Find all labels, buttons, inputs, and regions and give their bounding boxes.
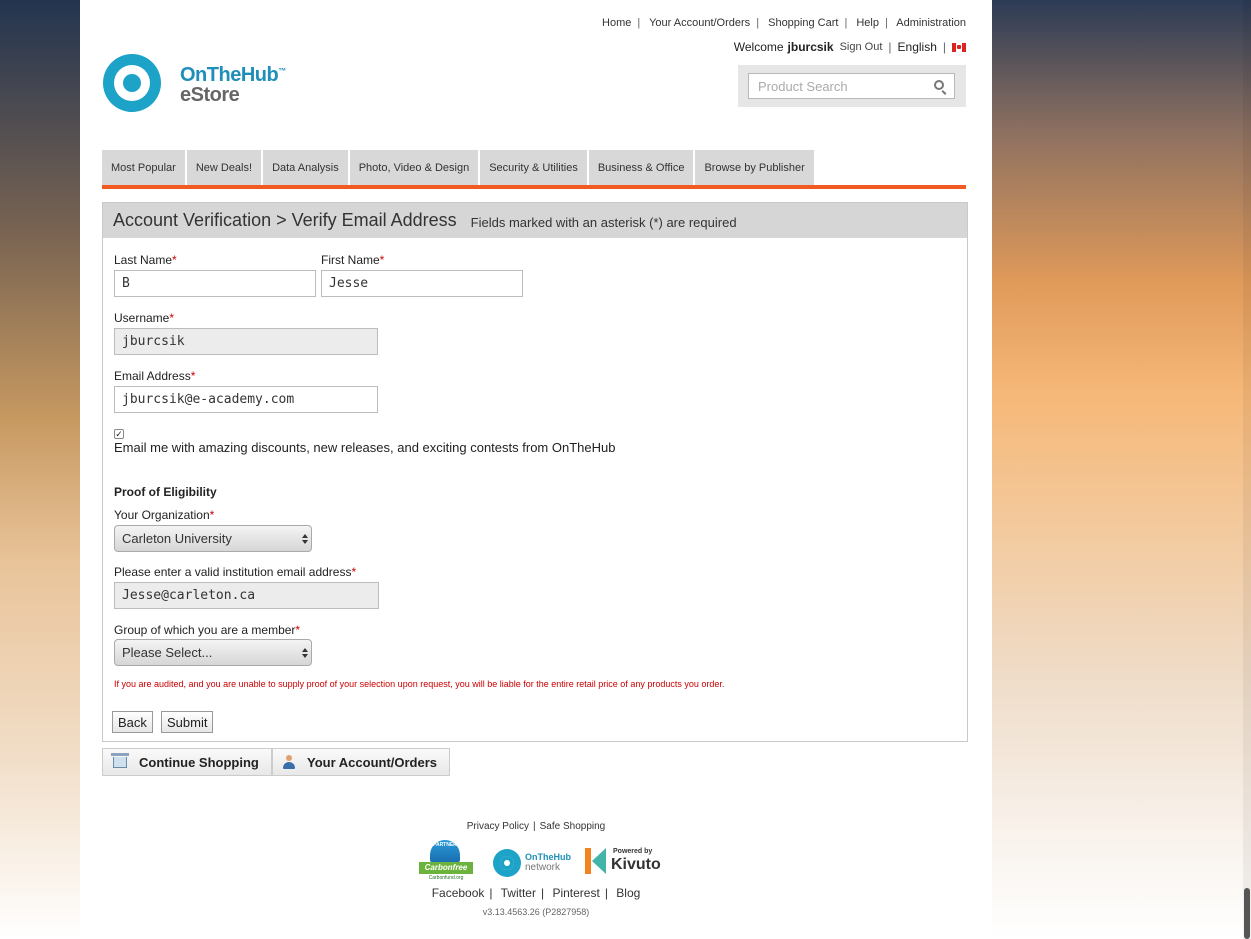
- back-button[interactable]: Back: [112, 711, 153, 733]
- scrollbar-thumb[interactable]: [1244, 888, 1250, 939]
- email-label: Email Address*: [114, 369, 196, 383]
- shopping-cart-link[interactable]: Shopping Cart: [768, 17, 838, 29]
- username-field: [114, 328, 378, 355]
- account-orders-button[interactable]: Your Account/Orders: [272, 748, 451, 776]
- group-select[interactable]: Please Select...: [114, 639, 312, 666]
- institution-email-field[interactable]: [114, 582, 379, 609]
- carbonfree-partner-text: PARTNER: [433, 842, 457, 848]
- carbonfund-text: Carbonfund.org: [428, 875, 464, 881]
- logo-line2: eStore: [180, 84, 240, 106]
- nav-data-analysis[interactable]: Data Analysis: [263, 150, 348, 186]
- first-name-field[interactable]: [321, 270, 523, 297]
- organization-select[interactable]: Carleton University: [114, 525, 312, 552]
- home-link[interactable]: Home: [602, 17, 631, 29]
- group-value: Please Select...: [122, 645, 213, 660]
- search-icon[interactable]: [934, 80, 944, 90]
- background-right: [992, 0, 1251, 939]
- email-field[interactable]: [114, 386, 378, 413]
- nav-security-utilities[interactable]: Security & Utilities: [480, 150, 587, 186]
- network-name: OnTheHub: [525, 852, 571, 862]
- help-link[interactable]: Help: [856, 17, 879, 29]
- blog-link[interactable]: Blog: [616, 886, 640, 900]
- last-name-label: Last Name*: [114, 253, 177, 267]
- partner-logos: PARTNER Carbonfree Carbonfund.org OnTheH…: [417, 838, 677, 886]
- eligibility-heading: Proof of Eligibility: [114, 485, 217, 499]
- scrollbar[interactable]: [1243, 0, 1251, 939]
- username-label: jburcsik: [787, 40, 834, 54]
- pinterest-link[interactable]: Pinterest: [552, 886, 599, 900]
- first-name-label: First Name*: [321, 253, 385, 267]
- verification-panel: Account Verification > Verify Email Addr…: [102, 202, 968, 742]
- carbonfree-logo[interactable]: PARTNER Carbonfree Carbonfund.org: [417, 840, 475, 884]
- kivuto-text: Kivuto: [611, 856, 661, 873]
- network-sub: network: [525, 862, 561, 873]
- group-label: Group of which you are a member*: [114, 623, 301, 637]
- background-left: [0, 0, 80, 939]
- nav-photo-video-design[interactable]: Photo, Video & Design: [349, 150, 479, 186]
- organization-label: Your Organization*: [114, 508, 215, 522]
- shopping-cart-icon: [111, 752, 129, 768]
- institution-email-label: Please enter a valid institution email a…: [114, 565, 357, 579]
- nav-browse-by-publisher[interactable]: Browse by Publisher: [695, 150, 814, 186]
- search-box: [738, 65, 966, 107]
- language-link[interactable]: English: [898, 40, 937, 54]
- nav-new-deals[interactable]: New Deals!: [186, 150, 262, 186]
- network-swirl-icon: [493, 849, 521, 877]
- nav-most-popular[interactable]: Most Popular: [102, 150, 185, 186]
- safe-shopping-link[interactable]: Safe Shopping: [540, 821, 606, 832]
- kivuto-k-icon: [585, 848, 607, 874]
- newsletter-label: Email me with amazing discounts, new rel…: [114, 440, 616, 455]
- logo-swirl-icon: [103, 54, 161, 112]
- social-links: Facebook | Twitter | Pinterest | Blog: [431, 886, 641, 900]
- required-note: Fields marked with an asterisk (*) are r…: [470, 214, 737, 230]
- user-icon: [283, 755, 295, 769]
- page-title: Account Verification > Verify Email Addr…: [113, 210, 457, 230]
- audit-warning: If you are audited, and you are unable t…: [114, 679, 725, 689]
- username-label: Username*: [114, 311, 175, 325]
- submit-button[interactable]: Submit: [161, 711, 214, 733]
- nav-accent-bar: [102, 185, 966, 189]
- footer-links: Privacy Policy | Safe Shopping: [466, 821, 606, 832]
- welcome-label: Welcome: [733, 40, 784, 54]
- version-label: v3.13.4563.26 (P2827958): [482, 907, 590, 917]
- newsletter-checkbox[interactable]: ✓: [114, 429, 124, 439]
- logo-tm: ™: [278, 66, 286, 76]
- onthehub-network-logo[interactable]: OnTheHub network: [493, 848, 577, 878]
- privacy-policy-link[interactable]: Privacy Policy: [467, 821, 529, 832]
- carbonfree-text: Carbonfree: [419, 862, 473, 874]
- sign-out-link[interactable]: Sign Out: [840, 41, 883, 53]
- last-name-field[interactable]: [114, 270, 316, 297]
- nav-business-office[interactable]: Business & Office: [588, 150, 694, 186]
- facebook-link[interactable]: Facebook: [432, 886, 485, 900]
- onthehub-logo[interactable]: OnTheHub™ eStore: [103, 54, 293, 114]
- kivuto-logo[interactable]: Powered by Kivuto: [585, 846, 675, 876]
- canada-flag-icon[interactable]: [952, 42, 966, 52]
- page-container: Home | Your Account/Orders | Shopping Cart…: [80, 0, 992, 939]
- twitter-link[interactable]: Twitter: [501, 886, 536, 900]
- logo-line1: OnTheHub: [180, 64, 279, 86]
- administration-link[interactable]: Administration: [896, 17, 966, 29]
- panel-header: Account Verification > Verify Email Addr…: [103, 203, 967, 238]
- continue-shopping-label: Continue Shopping: [139, 754, 259, 770]
- user-line: Welcome jburcsik Sign Out | English |: [734, 40, 966, 54]
- organization-value: Carleton University: [122, 531, 232, 546]
- continue-shopping-button[interactable]: Continue Shopping: [102, 748, 272, 776]
- account-orders-link[interactable]: Your Account/Orders: [649, 17, 750, 29]
- search-input[interactable]: [748, 73, 955, 99]
- category-nav: Most Popular New Deals! Data Analysis Ph…: [102, 150, 814, 186]
- top-links: Home | Your Account/Orders | Shopping Cart…: [602, 17, 966, 29]
- powered-by-text: Powered by: [613, 848, 653, 855]
- account-orders-label: Your Account/Orders: [307, 754, 438, 770]
